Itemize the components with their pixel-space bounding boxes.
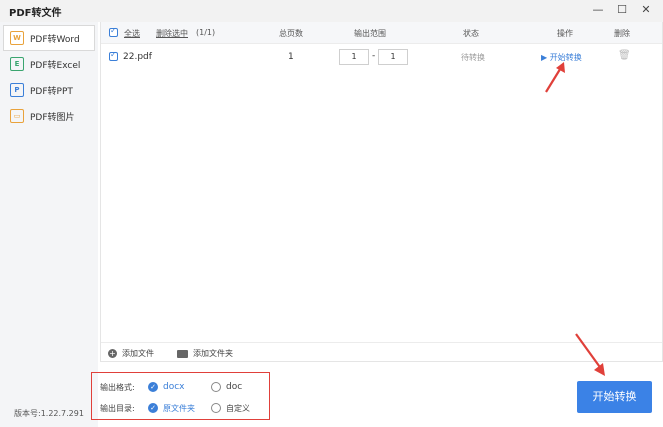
docx-label[interactable]: docx (163, 382, 211, 392)
maximize-button[interactable]: ☐ (615, 2, 629, 18)
add-folder-label: 添加文件夹 (193, 349, 233, 358)
output-format-row: 输出格式: ✓ docx doc (100, 380, 242, 394)
doc-label[interactable]: doc (226, 382, 242, 392)
word-icon: W (10, 31, 24, 45)
app-window: PDF转文件 — ☐ ✕ W PDF转Word E PDF转Excel P PD… (0, 0, 663, 427)
output-dir-row: 输出目录: ✓ 原文件夹 自定义 (100, 401, 250, 415)
add-folder-button[interactable]: 添加文件夹 (177, 348, 233, 359)
delete-selected-button[interactable]: 删除选中 (156, 28, 188, 39)
source-folder-radio[interactable]: ✓ (148, 403, 158, 413)
table-footer: + 添加文件 添加文件夹 (101, 342, 662, 362)
range-start-input[interactable]: 1 (339, 49, 369, 65)
table-header: 全选 删除选中 (1/1) 总页数 输出范围 状态 操作 删除 (101, 22, 662, 44)
doc-radio[interactable] (211, 382, 221, 392)
select-all-checkbox[interactable] (109, 26, 118, 37)
file-name: 22.pdf (123, 52, 152, 62)
minimize-button[interactable]: — (591, 2, 605, 18)
sidebar-item-label: PDF转Excel (30, 60, 81, 71)
title-bar: PDF转文件 — ☐ ✕ (0, 0, 663, 22)
sidebar-item-pdf-to-image[interactable]: ▭ PDF转图片 (0, 103, 98, 129)
plus-icon: + (108, 349, 117, 358)
start-convert-button[interactable]: 开始转换 (577, 381, 652, 413)
start-convert-label: 开始转换 (549, 53, 582, 62)
close-button[interactable]: ✕ (639, 2, 653, 18)
start-convert-link[interactable]: ▶ 开始转换 (541, 52, 582, 63)
docx-radio[interactable]: ✓ (148, 382, 158, 392)
selection-count: (1/1) (196, 28, 216, 37)
folder-icon (177, 349, 188, 358)
custom-dir-radio[interactable] (211, 403, 221, 413)
output-dir-label: 输出目录: (100, 403, 135, 413)
window-title: PDF转文件 (9, 7, 62, 19)
output-format-label: 输出格式: (100, 382, 135, 392)
select-all-label[interactable]: 全选 (124, 28, 140, 39)
sidebar-item-pdf-to-ppt[interactable]: P PDF转PPT (0, 77, 98, 103)
ppt-icon: P (10, 83, 24, 97)
column-header-output-range: 输出范围 (354, 29, 386, 38)
sidebar-item-label: PDF转Word (30, 34, 80, 45)
file-list-panel: 全选 删除选中 (1/1) 总页数 输出范围 状态 操作 删除 22.pdf 1… (100, 22, 663, 362)
column-header-operation: 操作 (557, 29, 573, 38)
range-separator: - (372, 51, 376, 61)
excel-icon: E (10, 57, 24, 71)
sidebar-item-label: PDF转PPT (30, 86, 73, 97)
row-checkbox[interactable] (109, 50, 118, 61)
column-header-delete: 删除 (614, 29, 630, 38)
add-file-label: 添加文件 (122, 349, 154, 358)
source-folder-label[interactable]: 原文件夹 (163, 403, 211, 414)
custom-dir-label[interactable]: 自定义 (226, 403, 250, 414)
sidebar-item-pdf-to-word[interactable]: W PDF转Word (3, 25, 95, 51)
range-end-input[interactable]: 1 (378, 49, 408, 65)
window-controls: — ☐ ✕ (591, 2, 653, 18)
page-count: 1 (288, 52, 294, 62)
trash-icon[interactable]: 🗑 (618, 50, 631, 61)
sidebar-item-label: PDF转图片 (30, 112, 75, 123)
status-text: 待转换 (461, 53, 485, 62)
sidebar-item-pdf-to-excel[interactable]: E PDF转Excel (0, 51, 98, 77)
version-label: 版本号:1.22.7.291 (14, 409, 84, 418)
image-icon: ▭ (10, 109, 24, 123)
play-icon: ▶ (541, 53, 548, 62)
column-header-total-pages: 总页数 (279, 29, 303, 38)
add-file-button[interactable]: + 添加文件 (108, 348, 154, 359)
table-row: 22.pdf 1 1 - 1 待转换 ▶ 开始转换 🗑 (101, 44, 662, 70)
sidebar: W PDF转Word E PDF转Excel P PDF转PPT ▭ PDF转图… (0, 22, 98, 427)
output-options: 输出格式: ✓ docx doc 输出目录: ✓ 原文件夹 自定义 (91, 372, 270, 420)
column-header-status: 状态 (463, 29, 479, 38)
